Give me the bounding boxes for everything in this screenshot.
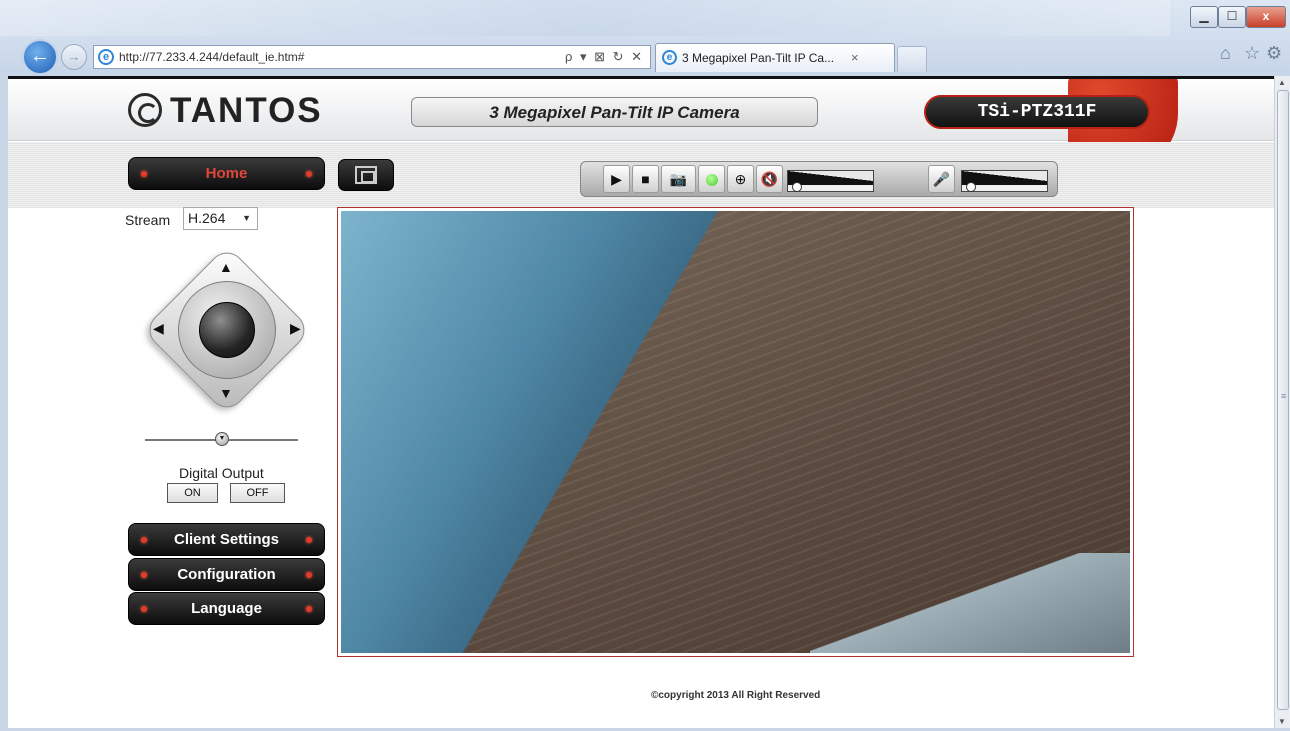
fullscreen-icon bbox=[355, 166, 377, 184]
red-dot-icon bbox=[306, 606, 312, 612]
vertical-scrollbar[interactable]: ▲ ≡ ▼ bbox=[1274, 76, 1290, 728]
tab-title: 3 Megapixel Pan-Tilt IP Ca... bbox=[682, 51, 835, 65]
model-code: TSi-PTZ311F bbox=[977, 102, 1097, 122]
page-viewport: TANTOS 3 Megapixel Pan-Tilt IP Camera TS… bbox=[8, 76, 1274, 728]
slider-knob-icon[interactable]: ▼ bbox=[215, 432, 229, 446]
browser-tab[interactable]: e 3 Megapixel Pan-Tilt IP Ca... × bbox=[655, 43, 895, 72]
ptz-joystick[interactable]: ▲ ▼ ◀ ▶ bbox=[142, 245, 312, 415]
digital-output-on-button[interactable]: ON bbox=[167, 483, 218, 503]
mic-mute-icon[interactable]: 🎤 bbox=[928, 165, 955, 193]
favorites-star-icon[interactable]: ☆ bbox=[1244, 43, 1260, 64]
stream-label: Stream bbox=[125, 212, 171, 228]
red-dot-icon bbox=[306, 171, 312, 177]
red-dot-icon bbox=[306, 537, 312, 543]
mic-volume-slider[interactable] bbox=[961, 170, 1048, 192]
camera-icon[interactable]: 📷 bbox=[661, 165, 696, 193]
volume-knob[interactable] bbox=[792, 182, 802, 192]
maximize-button[interactable]: ☐ bbox=[1218, 6, 1246, 28]
scroll-grip-icon: ≡ bbox=[1281, 391, 1287, 401]
volume-knob[interactable] bbox=[966, 182, 976, 192]
scroll-up-icon[interactable]: ▲ bbox=[1278, 78, 1286, 87]
model-code-badge: TSi-PTZ311F bbox=[924, 95, 1150, 129]
red-dot-icon bbox=[141, 537, 147, 543]
ptz-speed-slider[interactable]: ▼ bbox=[145, 432, 298, 446]
browser-chrome: ▁ ☐ x ← → e http://77.233.4.244/default_… bbox=[0, 0, 1290, 76]
url-text: http://77.233.4.244/default_ie.htm# bbox=[119, 50, 305, 64]
model-title-box: 3 Megapixel Pan-Tilt IP Camera bbox=[411, 97, 818, 127]
close-button[interactable]: x bbox=[1246, 6, 1286, 28]
zoom-in-icon[interactable]: ⊕ bbox=[727, 165, 754, 193]
digital-output-off-button[interactable]: OFF bbox=[230, 483, 285, 503]
red-dot-icon bbox=[141, 171, 147, 177]
play-icon[interactable]: ▶ bbox=[603, 165, 630, 193]
back-button[interactable]: ← bbox=[22, 39, 58, 75]
stream-select-value: H.264 bbox=[188, 210, 226, 226]
pan-left-arrow-icon[interactable]: ◀ bbox=[153, 320, 164, 337]
address-bar-tools[interactable]: ρ ▾ ⊠ ↻ ✕ bbox=[565, 49, 644, 65]
ptz-knob[interactable] bbox=[199, 302, 255, 358]
live-video-image bbox=[341, 211, 1130, 653]
ie-page-icon: e bbox=[98, 49, 114, 65]
home-icon[interactable]: ⌂ bbox=[1220, 43, 1231, 64]
stream-select[interactable]: H.264 ▼ bbox=[183, 207, 258, 230]
language-button[interactable]: Language bbox=[128, 592, 325, 625]
red-dot-icon bbox=[306, 572, 312, 578]
new-tab-button[interactable] bbox=[897, 46, 927, 72]
digital-output-label: Digital Output bbox=[179, 465, 264, 481]
live-video-frame[interactable] bbox=[337, 207, 1134, 657]
volume-ramp bbox=[788, 171, 873, 181]
model-title: 3 Megapixel Pan-Tilt IP Camera bbox=[489, 103, 740, 122]
red-dot-icon bbox=[141, 606, 147, 612]
scroll-thumb[interactable]: ≡ bbox=[1277, 90, 1289, 710]
title-bar bbox=[0, 0, 1170, 36]
configuration-button[interactable]: Configuration bbox=[128, 558, 325, 591]
green-led bbox=[705, 174, 718, 187]
logo-text: TANTOS bbox=[170, 91, 323, 130]
client-settings-button[interactable]: Client Settings bbox=[128, 523, 325, 556]
configuration-label: Configuration bbox=[177, 566, 276, 583]
speaker-volume-slider[interactable] bbox=[787, 170, 874, 192]
forward-button[interactable]: → bbox=[61, 44, 87, 70]
address-bar[interactable]: e http://77.233.4.244/default_ie.htm# ρ … bbox=[93, 45, 651, 69]
minimize-button[interactable]: ▁ bbox=[1190, 6, 1218, 28]
video-toolbar: ▶ ■ 📷 ⊕ 🔇 🎤 bbox=[580, 161, 1058, 197]
tab-page-icon: e bbox=[662, 50, 677, 65]
speaker-mute-icon[interactable]: 🔇 bbox=[756, 165, 783, 193]
tab-close-icon[interactable]: × bbox=[851, 50, 859, 65]
video-object bbox=[810, 553, 1130, 653]
client-settings-label: Client Settings bbox=[173, 531, 279, 548]
pan-right-arrow-icon[interactable]: ▶ bbox=[290, 320, 301, 337]
pan-up-arrow-icon[interactable]: ▲ bbox=[219, 259, 233, 275]
pan-down-arrow-icon[interactable]: ▼ bbox=[219, 385, 233, 401]
home-button[interactable]: Home bbox=[128, 157, 325, 190]
fullscreen-button[interactable] bbox=[338, 159, 394, 191]
status-led-icon bbox=[698, 165, 725, 193]
logo-mark-icon bbox=[128, 93, 162, 127]
page-header: TANTOS 3 Megapixel Pan-Tilt IP Camera TS… bbox=[8, 79, 1274, 173]
scroll-down-icon[interactable]: ▼ bbox=[1278, 717, 1286, 726]
stop-icon[interactable]: ■ bbox=[632, 165, 659, 193]
language-label: Language bbox=[191, 600, 262, 617]
chevron-down-icon: ▼ bbox=[242, 213, 251, 223]
gear-icon[interactable]: ⚙ bbox=[1266, 43, 1282, 64]
red-dot-icon bbox=[141, 572, 147, 578]
home-button-label: Home bbox=[205, 165, 248, 182]
copyright-text: ©copyright 2013 All Right Reserved bbox=[651, 690, 821, 701]
volume-ramp bbox=[962, 171, 1047, 181]
